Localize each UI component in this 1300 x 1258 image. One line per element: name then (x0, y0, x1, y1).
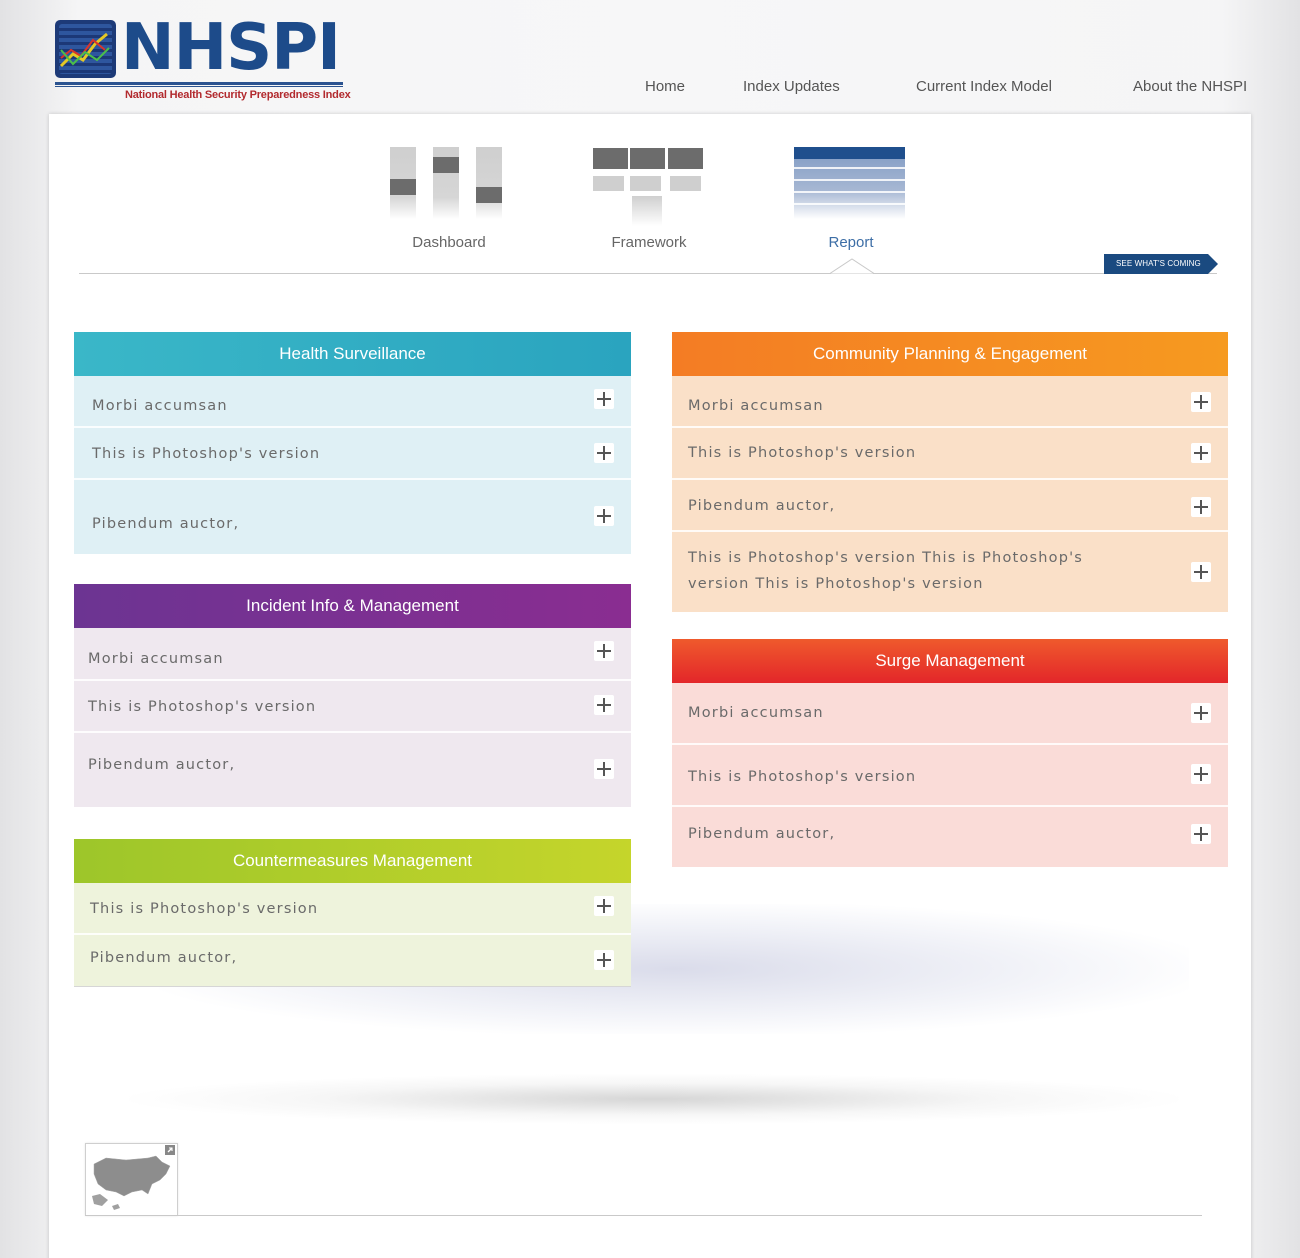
main-card: Dashboard Framework Report SEE WHAT'S CO… (49, 114, 1251, 1258)
plus-icon[interactable] (594, 695, 614, 715)
panel-incident-info: Incident Info & Management Morbi accumsa… (74, 584, 631, 807)
nav-home[interactable]: Home (645, 78, 685, 95)
plus-icon[interactable] (1191, 764, 1211, 784)
active-view-pointer (830, 258, 874, 274)
list-item[interactable]: This is Photoshop's version This is Phot… (672, 532, 1228, 612)
plus-icon[interactable] (1191, 824, 1211, 844)
panel-surge-management: Surge Management Morbi accumsan This is … (672, 639, 1228, 867)
view-report[interactable]: Report (49, 114, 905, 251)
list-item[interactable]: Pibendum auctor, (74, 935, 631, 987)
us-map-thumbnail[interactable] (85, 1143, 178, 1216)
nav-index-updates[interactable]: Index Updates (743, 78, 840, 95)
view-dashboard[interactable]: Dashboard (349, 114, 549, 259)
list-item[interactable]: This is Photoshop's version (74, 681, 631, 733)
view-framework-label: Framework (611, 234, 687, 251)
see-whats-coming-button[interactable]: SEE WHAT'S COMING (1104, 254, 1218, 274)
plus-icon[interactable] (1191, 562, 1211, 582)
plus-icon[interactable] (1191, 443, 1211, 463)
brand-name: NHSPI (121, 11, 341, 85)
plus-icon[interactable] (594, 389, 614, 409)
plus-icon[interactable] (594, 759, 614, 779)
view-report-label: Report (828, 234, 874, 251)
trend-line-icon (59, 32, 110, 68)
plus-icon[interactable] (594, 443, 614, 463)
view-framework[interactable]: Framework (549, 114, 749, 259)
panel-title: Community Planning & Engagement (672, 332, 1228, 376)
plus-icon[interactable] (594, 641, 614, 661)
list-item[interactable]: Morbi accumsan (74, 628, 631, 681)
top-navigation: Home Index Updates Current Index Model A… (0, 78, 1300, 98)
panel-health-surveillance: Health Surveillance Morbi accumsan This … (74, 332, 631, 554)
view-dashboard-label: Dashboard (412, 234, 486, 251)
plus-icon[interactable] (1191, 392, 1211, 412)
list-item[interactable]: This is Photoshop's version (74, 883, 631, 935)
panel-title: Surge Management (672, 639, 1228, 683)
chart-emblem-icon (55, 20, 116, 78)
list-item[interactable]: This is Photoshop's version (672, 745, 1228, 807)
expand-icon[interactable] (165, 1145, 175, 1155)
view-switcher: Dashboard Framework Report (49, 114, 1251, 294)
list-item[interactable]: This is Photoshop's version (74, 428, 631, 480)
plus-icon[interactable] (594, 896, 614, 916)
list-item[interactable]: Pibendum auctor, (672, 480, 1228, 532)
panel-title: Health Surveillance (74, 332, 631, 376)
list-item[interactable]: Morbi accumsan (672, 683, 1228, 745)
plus-icon[interactable] (1191, 703, 1211, 723)
nav-about[interactable]: About the NHSPI (1133, 78, 1247, 95)
list-item[interactable]: Pibendum auctor, (672, 807, 1228, 867)
list-item[interactable]: Pibendum auctor, (74, 733, 631, 807)
footer-divider (85, 1215, 1202, 1216)
panel-title: Incident Info & Management (74, 584, 631, 628)
nav-current-index-model[interactable]: Current Index Model (916, 78, 1052, 95)
panel-community-planning: Community Planning & Engagement Morbi ac… (672, 332, 1228, 612)
list-item[interactable]: Morbi accumsan (74, 376, 631, 428)
plus-icon[interactable] (1191, 497, 1211, 517)
list-item[interactable]: Pibendum auctor, (74, 480, 631, 554)
panel-countermeasures: Countermeasures Management This is Photo… (74, 839, 631, 987)
view-divider (79, 273, 1217, 274)
list-item[interactable]: This is Photoshop's version (672, 428, 1228, 480)
panel-title: Countermeasures Management (74, 839, 631, 883)
plus-icon[interactable] (594, 506, 614, 526)
footer-shadow (129, 1074, 1179, 1124)
plus-icon[interactable] (594, 950, 614, 970)
list-item[interactable]: Morbi accumsan (672, 376, 1228, 428)
